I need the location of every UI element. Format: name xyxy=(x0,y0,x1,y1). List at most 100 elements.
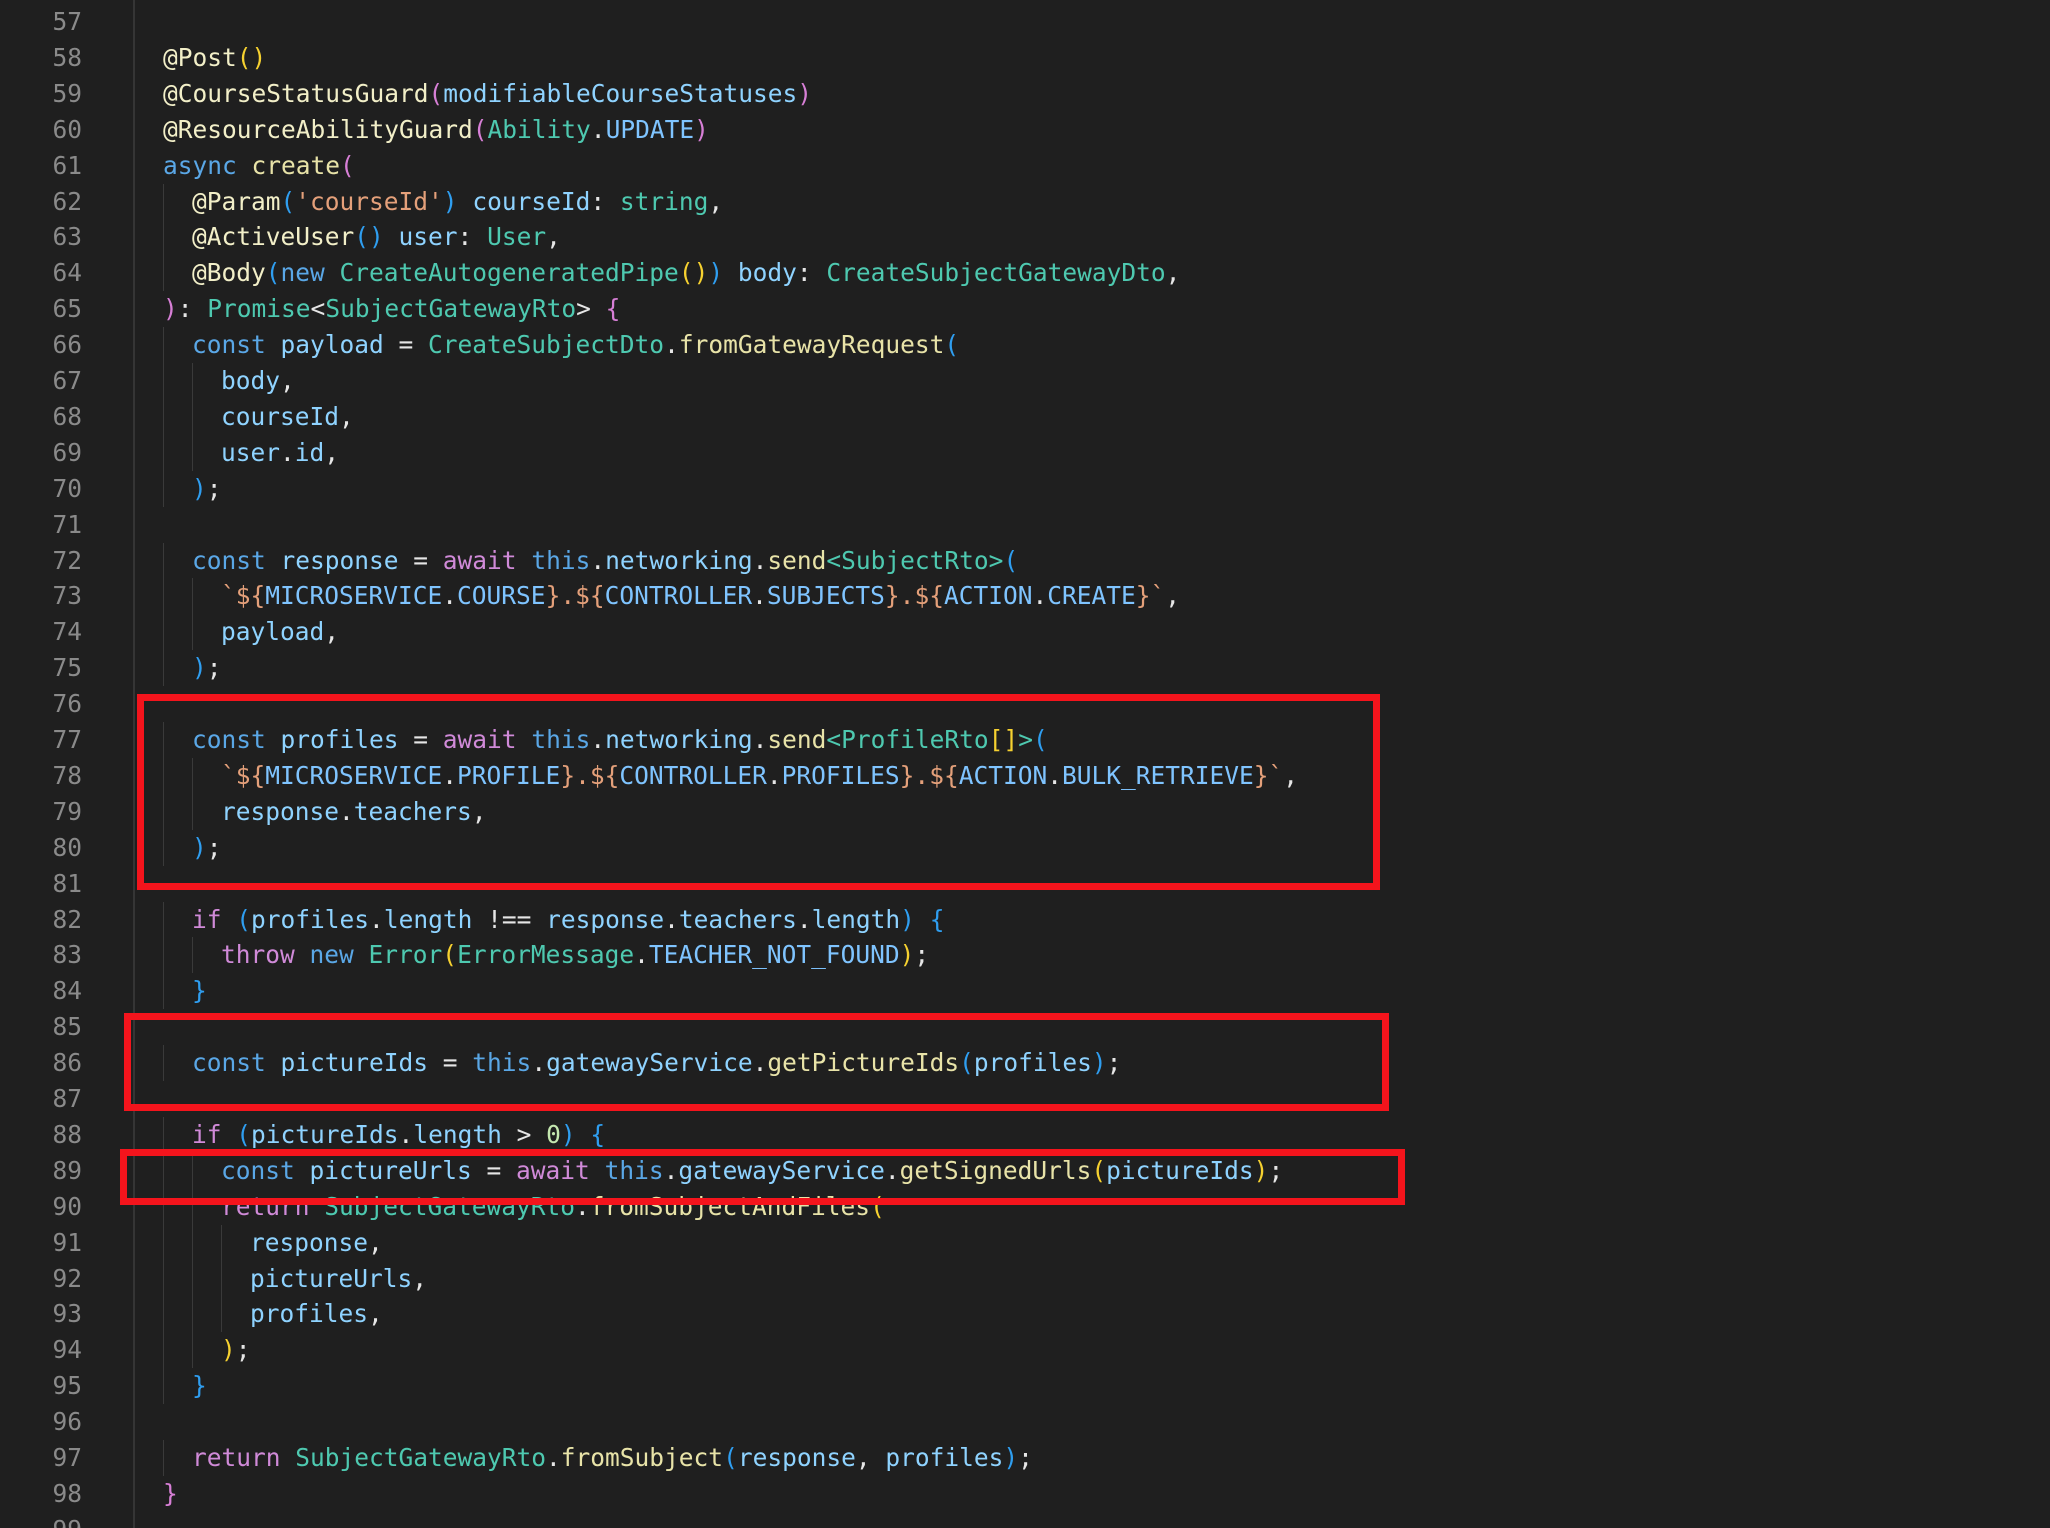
code-line[interactable]: 96 xyxy=(0,1404,2050,1440)
code-token: response xyxy=(221,796,340,826)
code-token: } xyxy=(560,760,576,790)
code-line[interactable]: 75); xyxy=(0,650,2050,687)
code-line[interactable]: 73 `${MICROSERVICE.COURSE}.${CONTROLLER.S… xyxy=(0,578,2050,615)
code-line[interactable]: 60 @ResourceAbilityGuard(Ability.UPDATE) xyxy=(0,112,2050,148)
code-line[interactable]: 98} xyxy=(0,1476,2050,1512)
code-line[interactable]: 76 xyxy=(0,686,2050,722)
code-text: throw new Error(ErrorMessage.TEACHER_NOT… xyxy=(221,937,929,973)
code-token: { xyxy=(929,904,945,934)
code-line[interactable]: 63 @ActiveUser() user: User, xyxy=(0,219,2050,256)
code-token: ProfileRto xyxy=(841,725,989,754)
code-line[interactable]: 89 const pictureUrls = await this.gateway… xyxy=(0,1152,2050,1189)
code-line[interactable]: 81 xyxy=(0,866,2050,902)
indent-guide xyxy=(221,1260,222,1297)
code-text: ): Promise<SubjectGatewayRto> { xyxy=(163,291,620,327)
code-token: , xyxy=(1165,258,1181,288)
line-number: 95 xyxy=(52,1371,82,1401)
code-token: ${ xyxy=(914,581,944,611)
code-token: if xyxy=(192,904,237,934)
code-token: ) xyxy=(900,904,915,934)
code-token: ; xyxy=(1106,1048,1122,1078)
code-text: `${MICROSERVICE.PROFILE}.${CONTROLLER.PR… xyxy=(221,758,1298,794)
code-text: response.teachers, xyxy=(221,794,487,830)
code-line[interactable]: 62 @Param('courseId') courseId: string, xyxy=(0,183,2050,220)
code-token: < xyxy=(826,545,842,575)
code-token: string xyxy=(619,186,709,216)
code-line[interactable]: 79 response.teachers, xyxy=(0,793,2050,830)
line-number: 99 xyxy=(0,1512,82,1528)
code-text: payload, xyxy=(221,614,339,650)
code-line[interactable]: 59 @CourseStatusGuard(modifiableCourseSta… xyxy=(0,76,2050,112)
line-number: 89 xyxy=(52,1155,82,1185)
code-line[interactable]: 84} xyxy=(0,973,2050,1010)
code-token: , xyxy=(855,1443,886,1472)
code-line[interactable]: 94); xyxy=(0,1332,2050,1369)
code-line[interactable]: 88 if (pictureIds.length > 0) { xyxy=(0,1116,2050,1153)
line-number: 81 xyxy=(52,868,82,898)
code-line[interactable]: 65): Promise<SubjectGatewayRto> { xyxy=(0,291,2050,327)
indent-guide xyxy=(163,183,164,220)
code-token: User xyxy=(487,222,547,252)
code-line[interactable]: 86 const pictureIds = this.gatewayService… xyxy=(0,1045,2050,1082)
code-line[interactable]: 72 const response = await this.networking… xyxy=(0,542,2050,579)
code-token: . xyxy=(590,114,606,144)
code-token: ) xyxy=(163,294,178,324)
code-token: : xyxy=(177,294,208,324)
code-line[interactable]: 80); xyxy=(0,829,2050,866)
code-line[interactable]: 83 throw new Error(ErrorMessage.TEACHER_N… xyxy=(0,937,2050,974)
code-line[interactable]: 67 body, xyxy=(0,363,2050,399)
code-token: UPDATE xyxy=(605,114,695,144)
code-line[interactable]: 71 xyxy=(0,507,2050,543)
code-token: async xyxy=(163,150,252,180)
code-token: pictureIds xyxy=(280,1048,429,1078)
code-text: courseId, xyxy=(221,399,354,435)
code-line[interactable]: 92 pictureUrls, xyxy=(0,1260,2050,1297)
code-token: profiles xyxy=(280,725,399,754)
code-token: = xyxy=(398,545,443,575)
code-line[interactable]: 99 xyxy=(0,1512,2050,1528)
code-line[interactable]: 57 xyxy=(0,4,2050,40)
code-line[interactable]: 69 user.id, xyxy=(0,434,2050,471)
code-line[interactable]: 87 xyxy=(0,1081,2050,1117)
code-line[interactable]: 93 profiles, xyxy=(0,1296,2050,1333)
code-line[interactable]: 91 response, xyxy=(0,1224,2050,1261)
code-token: fromGatewayRequest xyxy=(678,330,945,360)
code-text: @Post() xyxy=(163,40,266,76)
code-text: return SubjectGatewayRto.fromSubject(res… xyxy=(192,1440,1033,1476)
indent-guide xyxy=(192,614,193,651)
code-token: ) xyxy=(1091,1048,1107,1078)
code-token: ) xyxy=(694,114,709,144)
code-line[interactable]: 74 payload, xyxy=(0,614,2050,651)
code-token: = xyxy=(398,725,443,754)
code-token: TEACHER_NOT_FOUND xyxy=(648,940,900,970)
indent-guide xyxy=(192,1224,193,1261)
code-token: SubjectRto xyxy=(841,545,989,575)
code-line[interactable]: 58 @Post() xyxy=(0,40,2050,76)
code-token: . xyxy=(280,437,295,467)
code-line[interactable]: 68 courseId, xyxy=(0,398,2050,435)
code-token: Promise xyxy=(207,294,311,324)
code-token: ) xyxy=(221,1335,236,1365)
code-line[interactable]: 85 xyxy=(0,1009,2050,1045)
code-token: . xyxy=(575,1191,590,1221)
code-line[interactable]: 70); xyxy=(0,470,2050,507)
code-line[interactable]: 97 return SubjectGatewayRto.fromSubject(r… xyxy=(0,1440,2050,1476)
code-line[interactable]: 82 if (profiles.length !== response.teach… xyxy=(0,901,2050,938)
code-line[interactable]: 90 return SubjectGatewayRto.fromSubjectAn… xyxy=(0,1188,2050,1225)
code-token: , xyxy=(339,401,354,431)
code-editor[interactable]: 57 58 @Post() 59 @CourseStatusGuard(modifiab… xyxy=(0,0,2050,1528)
code-line[interactable]: 64 @Body(new CreateAutogeneratedPipe()) b… xyxy=(0,255,2050,292)
indent-guide xyxy=(163,614,164,651)
code-token: . xyxy=(634,940,649,970)
code-text: async create( xyxy=(163,148,355,184)
code-line[interactable]: 77 const profiles = await this.networking… xyxy=(0,722,2050,758)
code-token: ; xyxy=(206,653,222,683)
code-token: . xyxy=(398,1119,414,1149)
code-line[interactable]: 66 const payload = CreateSubjectDto.fromG… xyxy=(0,327,2050,364)
code-text: const payload = CreateSubjectDto.fromGat… xyxy=(192,327,959,363)
indent-guide xyxy=(163,1152,164,1189)
code-line[interactable]: 61 async create( xyxy=(0,148,2050,184)
code-text: @Body(new CreateAutogeneratedPipe()) bod… xyxy=(192,255,1180,291)
code-line[interactable]: 78 `${MICROSERVICE.PROFILE}.${CONTROLLER.… xyxy=(0,757,2050,794)
code-line[interactable]: 95} xyxy=(0,1368,2050,1405)
